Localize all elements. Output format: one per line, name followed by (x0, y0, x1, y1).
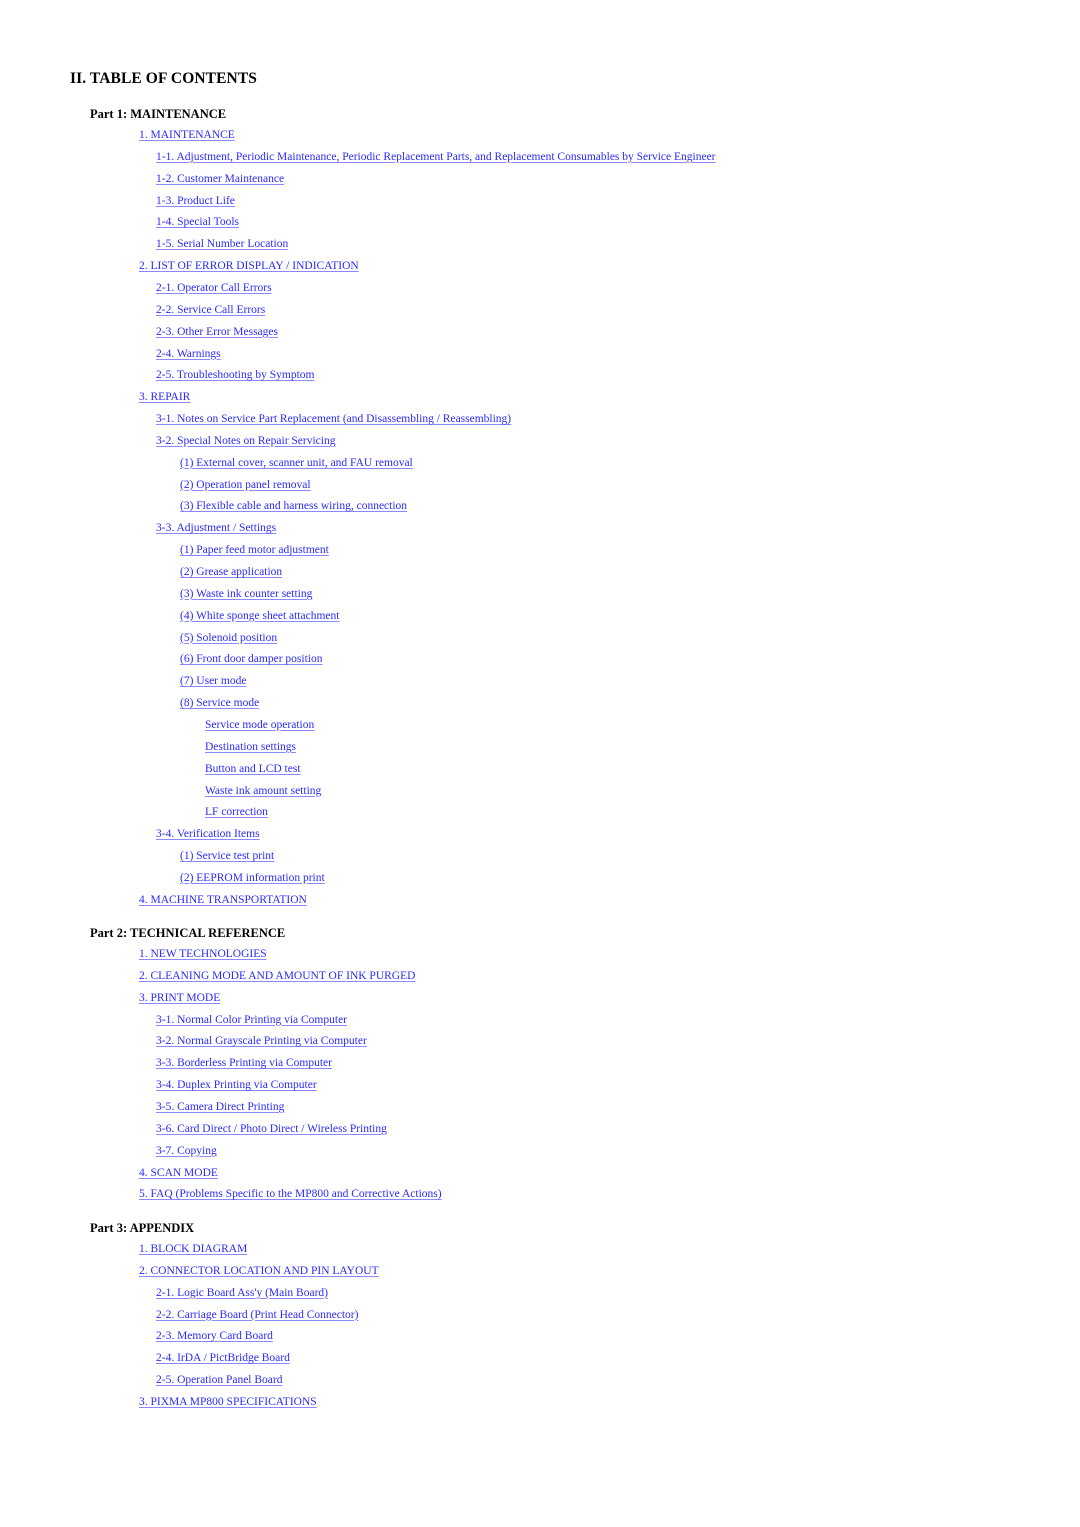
toc-link-level-2[interactable]: 3-4. Verification Items (156, 828, 260, 840)
part-heading: Part 3: APPENDIX (90, 1221, 195, 1235)
toc-link-level-2[interactable]: 3-2. Normal Grayscale Printing via Compu… (156, 1035, 367, 1047)
toc-link-level-1[interactable]: 1. NEW TECHNOLOGIES (139, 948, 267, 960)
part-heading: Part 2: TECHNICAL REFERENCE (90, 926, 286, 940)
toc-link-level-3[interactable]: (7) User mode (180, 675, 246, 687)
toc-link-level-4[interactable]: LF correction (205, 806, 268, 818)
toc-link-level-4[interactable]: Service mode operation (205, 719, 314, 731)
toc-link-level-1[interactable]: 3. PIXMA MP800 SPECIFICATIONS (139, 1396, 317, 1408)
toc-link-level-3[interactable]: (3) Flexible cable and harness wiring, c… (180, 500, 407, 512)
toc-link-level-4[interactable]: Destination settings (205, 741, 296, 753)
toc-link-level-3[interactable]: (3) Waste ink counter setting (180, 588, 312, 600)
toc-link-level-2[interactable]: 3-3. Borderless Printing via Computer (156, 1057, 332, 1069)
toc-link-level-3[interactable]: (1) Service test print (180, 850, 274, 862)
toc-link-level-2[interactable]: 3-3. Adjustment / Settings (156, 522, 276, 534)
toc-link-level-2[interactable]: 3-6. Card Direct / Photo Direct / Wirele… (156, 1123, 387, 1135)
toc-link-level-1[interactable]: 2. CONNECTOR LOCATION AND PIN LAYOUT (139, 1265, 379, 1277)
toc-link-level-2[interactable]: 2-2. Carriage Board (Print Head Connecto… (156, 1309, 358, 1321)
toc-link-level-2[interactable]: 1-5. Serial Number Location (156, 238, 288, 250)
toc-link-level-4[interactable]: Waste ink amount setting (205, 785, 321, 797)
toc-link-level-2[interactable]: 1-4. Special Tools (156, 216, 239, 228)
toc-link-level-2[interactable]: 2-3. Other Error Messages (156, 326, 278, 338)
toc-link-level-2[interactable]: 1-2. Customer Maintenance (156, 173, 284, 185)
toc-link-level-1[interactable]: 3. REPAIR (139, 391, 190, 403)
toc-link-level-1[interactable]: 1. BLOCK DIAGRAM (139, 1243, 247, 1255)
toc-link-level-2[interactable]: 3-1. Notes on Service Part Replacement (… (156, 413, 511, 425)
toc-link-level-3[interactable]: (4) White sponge sheet attachment (180, 610, 339, 622)
toc-link-level-4[interactable]: Button and LCD test (205, 763, 301, 775)
part-heading: Part 1: MAINTENANCE (90, 107, 227, 121)
toc-link-level-2[interactable]: 1-1. Adjustment, Periodic Maintenance, P… (156, 151, 716, 163)
toc-link-level-2[interactable]: 2-3. Memory Card Board (156, 1330, 273, 1342)
toc-link-level-2[interactable]: 3-5. Camera Direct Printing (156, 1101, 284, 1113)
toc-link-level-3[interactable]: (2) Grease application (180, 566, 282, 578)
page-title: II. TABLE OF CONTENTS (70, 70, 258, 87)
toc-link-level-1[interactable]: 2. CLEANING MODE AND AMOUNT OF INK PURGE… (139, 970, 415, 982)
toc-link-level-2[interactable]: 3-1. Normal Color Printing via Computer (156, 1014, 347, 1026)
toc-link-level-2[interactable]: 2-4. Warnings (156, 348, 221, 360)
toc-link-level-2[interactable]: 3-2. Special Notes on Repair Servicing (156, 435, 336, 447)
toc-link-level-1[interactable]: 4. MACHINE TRANSPORTATION (139, 894, 307, 906)
toc-link-level-2[interactable]: 2-4. IrDA / PictBridge Board (156, 1352, 290, 1364)
toc-link-level-3[interactable]: (1) Paper feed motor adjustment (180, 544, 329, 556)
toc-link-level-1[interactable]: 4. SCAN MODE (139, 1167, 218, 1179)
toc-link-level-2[interactable]: 3-4. Duplex Printing via Computer (156, 1079, 317, 1091)
toc-link-level-2[interactable]: 2-2. Service Call Errors (156, 304, 265, 316)
toc-link-level-3[interactable]: (6) Front door damper position (180, 653, 322, 665)
toc-link-level-2[interactable]: 2-1. Logic Board Ass'y (Main Board) (156, 1287, 328, 1299)
toc-link-level-1[interactable]: 1. MAINTENANCE (139, 129, 235, 141)
toc-link-level-3[interactable]: (2) Operation panel removal (180, 479, 311, 491)
toc-link-level-1[interactable]: 2. LIST OF ERROR DISPLAY / INDICATION (139, 260, 359, 272)
toc-link-level-3[interactable]: (8) Service mode (180, 697, 259, 709)
toc-link-level-2[interactable]: 2-1. Operator Call Errors (156, 282, 272, 294)
toc-link-level-1[interactable]: 5. FAQ (Problems Specific to the MP800 a… (139, 1188, 442, 1200)
toc-link-level-1[interactable]: 3. PRINT MODE (139, 992, 220, 1004)
toc-link-level-2[interactable]: 1-3. Product Life (156, 195, 235, 207)
toc-link-level-3[interactable]: (5) Solenoid position (180, 632, 277, 644)
toc-link-level-2[interactable]: 2-5. Troubleshooting by Symptom (156, 369, 314, 381)
toc-link-level-3[interactable]: (2) EEPROM information print (180, 872, 325, 884)
toc-link-level-2[interactable]: 3-7. Copying (156, 1145, 217, 1157)
toc-link-level-2[interactable]: 2-5. Operation Panel Board (156, 1374, 282, 1386)
toc-link-level-3[interactable]: (1) External cover, scanner unit, and FA… (180, 457, 413, 469)
